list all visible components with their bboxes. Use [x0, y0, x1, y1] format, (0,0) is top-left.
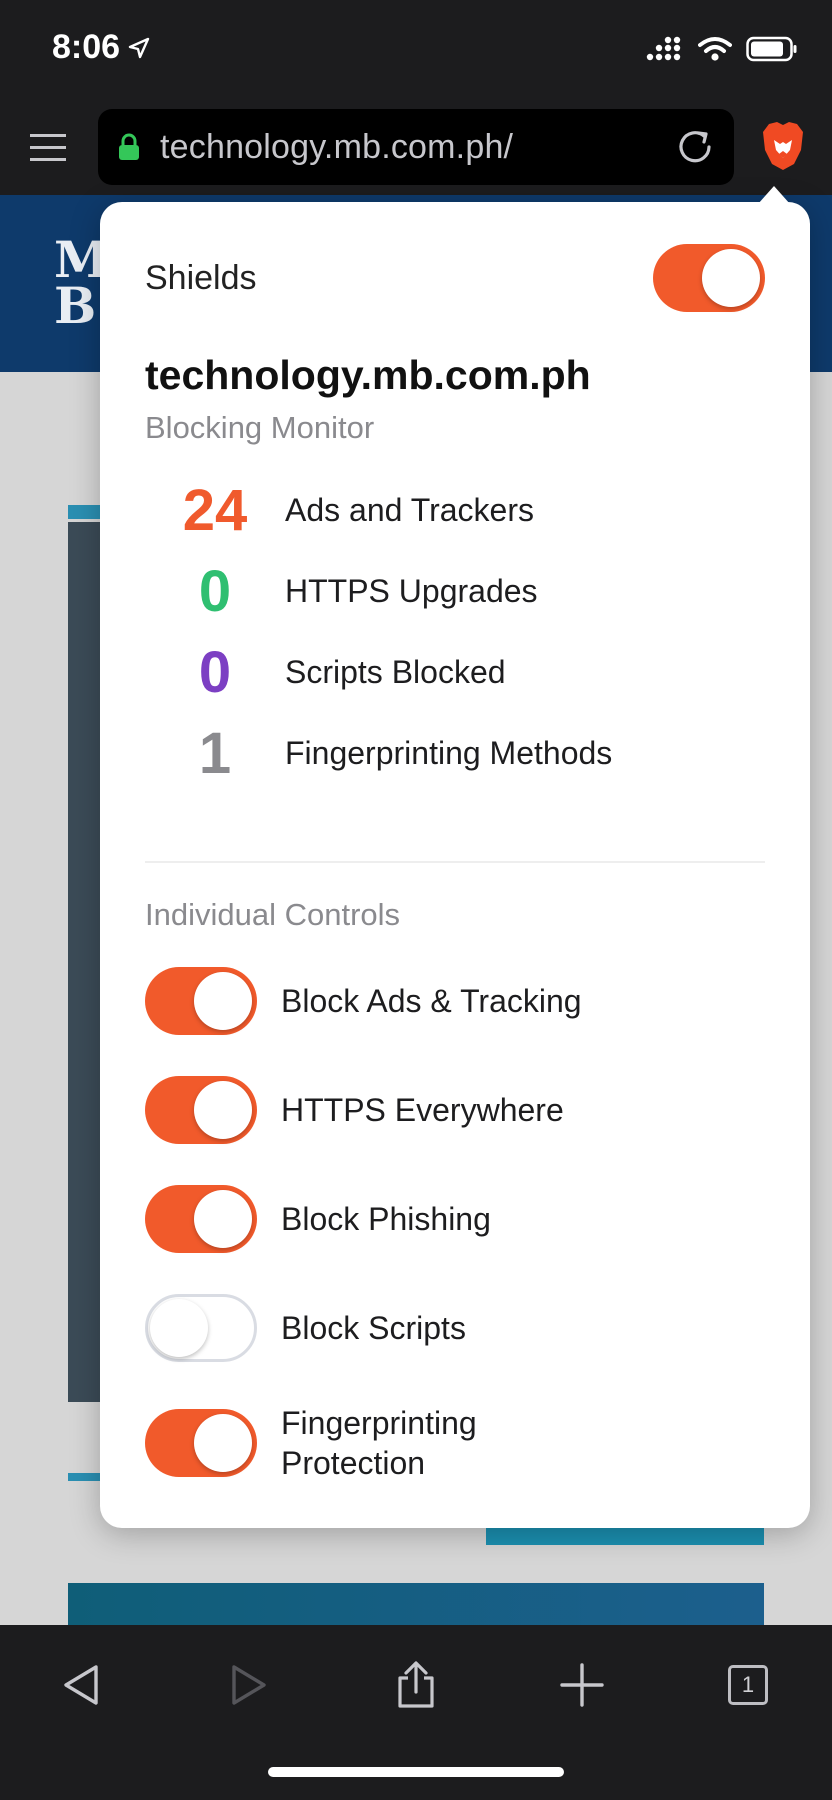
back-button[interactable]	[52, 1655, 112, 1715]
stat-count: 0	[198, 639, 232, 705]
battery-icon	[746, 36, 797, 62]
status-indicators	[646, 36, 798, 62]
shields-toggle[interactable]	[653, 244, 765, 312]
back-arrow-icon	[64, 1665, 98, 1705]
wifi-icon	[698, 37, 732, 61]
control-label: Fingerprinting Protection	[281, 1403, 477, 1483]
lock-icon	[119, 133, 139, 160]
stat-row-https: 0 HTTPS Upgrades	[145, 555, 765, 627]
blocking-monitor-title: Blocking Monitor	[145, 410, 375, 445]
tab-count: 1	[728, 1665, 768, 1705]
toggle-knob	[150, 1299, 208, 1357]
status-bar: 8:06	[0, 0, 832, 100]
reload-icon[interactable]	[674, 126, 716, 168]
https-everywhere-toggle[interactable]	[145, 1076, 257, 1144]
block-ads-toggle[interactable]	[145, 967, 257, 1035]
stat-count: 1	[198, 720, 232, 786]
control-label: Block Phishing	[281, 1201, 491, 1237]
stat-count: 24	[182, 477, 248, 543]
address-row: technology.mb.com.ph/	[0, 100, 832, 195]
control-label: HTTPS Everywhere	[281, 1092, 564, 1128]
individual-controls-title: Individual Controls	[145, 897, 401, 932]
stat-label: Ads and Trackers	[285, 491, 534, 528]
article-accent-bottom	[68, 1473, 104, 1481]
toggle-knob	[194, 1081, 252, 1139]
stat-count: 0	[198, 558, 232, 624]
shields-panel: Shields technology.mb.com.ph Blocking Mo…	[100, 186, 810, 1528]
share-icon	[398, 1661, 434, 1708]
location-arrow-icon	[128, 37, 150, 58]
popover-arrow	[758, 186, 790, 204]
toggle-knob	[194, 972, 252, 1030]
stat-label: Fingerprinting Methods	[285, 734, 613, 771]
url-bar[interactable]: technology.mb.com.ph/	[98, 109, 734, 185]
tabs-button[interactable]: 1	[718, 1655, 778, 1715]
control-block-scripts: Block Scripts	[145, 1294, 765, 1362]
forward-arrow-icon	[232, 1665, 266, 1705]
control-label: Block Scripts	[281, 1310, 466, 1346]
toggle-knob	[702, 249, 760, 307]
control-block-ads: Block Ads & Tracking	[145, 967, 765, 1035]
control-label-line2: Protection	[281, 1445, 426, 1481]
block-scripts-toggle[interactable]	[145, 1294, 257, 1362]
control-https-everywhere: HTTPS Everywhere	[145, 1076, 765, 1144]
control-label: Block Ads & Tracking	[281, 983, 582, 1019]
site-domain: technology.mb.com.ph	[145, 352, 591, 398]
shields-header: Shields	[145, 242, 765, 314]
stat-row-ads: 24 Ads and Trackers	[145, 474, 765, 546]
menu-icon[interactable]	[28, 126, 70, 168]
stat-label: HTTPS Upgrades	[285, 572, 538, 609]
stat-label: Scripts Blocked	[285, 653, 506, 690]
article-image-edge	[68, 522, 100, 1402]
article-banner	[486, 1525, 764, 1545]
section-divider	[145, 861, 765, 863]
stat-row-fingerprinting: 1 Fingerprinting Methods	[145, 717, 765, 789]
new-tab-button[interactable]	[552, 1655, 612, 1715]
control-block-phishing: Block Phishing	[145, 1185, 765, 1253]
block-phishing-toggle[interactable]	[145, 1185, 257, 1253]
status-time: 8:06	[52, 28, 150, 67]
clock-text: 8:06	[52, 28, 121, 66]
url-text[interactable]: technology.mb.com.ph/	[160, 128, 674, 167]
control-label-line1: Fingerprinting	[281, 1405, 477, 1441]
stat-row-scripts: 0 Scripts Blocked	[145, 636, 765, 708]
control-fingerprinting: Fingerprinting Protection	[145, 1403, 765, 1483]
article-accent	[68, 505, 104, 519]
cellular-signal-icon	[646, 36, 681, 61]
brave-lion-icon[interactable]	[760, 120, 806, 172]
plus-icon	[560, 1663, 604, 1707]
shields-label: Shields	[145, 258, 257, 297]
home-indicator	[268, 1767, 564, 1777]
toggle-knob	[194, 1414, 252, 1472]
share-button[interactable]	[386, 1655, 446, 1715]
forward-button[interactable]	[218, 1655, 278, 1715]
toggle-knob	[194, 1190, 252, 1248]
fingerprinting-toggle[interactable]	[145, 1409, 257, 1477]
